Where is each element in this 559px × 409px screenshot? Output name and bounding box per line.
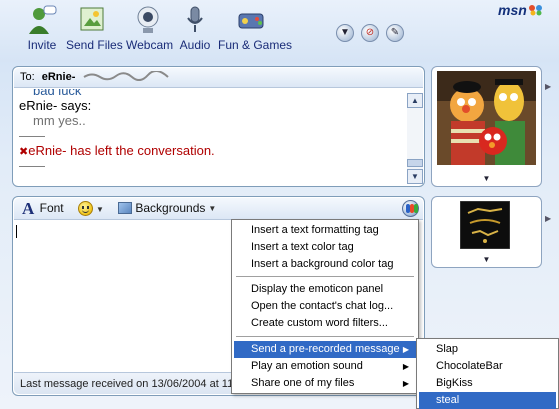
pen-icon: ✎ [390,27,400,38]
scroll-up-button[interactable]: ▲ [407,93,423,108]
pen-button[interactable]: ✎ [386,24,404,42]
menu-item-insert-text-formatting-tag[interactable]: Insert a text formatting tag [234,222,416,239]
webcam-label: Webcam [126,38,174,52]
submenu-item-slap[interactable]: Slap [419,341,556,358]
to-label: To: [20,71,35,83]
plus-context-menu: Insert a text formatting tag Insert a te… [231,219,419,394]
chat-scrollbar[interactable]: ▲ ▼ [407,93,423,184]
invite-label: Invite [27,38,57,52]
left-notice-text: eRnie- has left the conversation. [28,143,215,158]
menu-item-label: Play an emotion sound [251,360,363,372]
fun-games-button[interactable]: Fun & Games [218,2,293,58]
toolbar: Invite Send Files Webcam Audio Fun & Gam… [0,0,559,62]
background-image-icon [118,202,132,214]
chat-left-notice: ✖eRnie- has left the conversation. [19,143,407,158]
invite-icon [29,5,57,34]
submenu-item-chocolatebar[interactable]: ChocolateBar [419,358,556,375]
menu-item-display-emoticon-panel[interactable]: Display the emoticon panel [234,281,416,298]
my-display-picture[interactable]: ▼ [431,196,542,268]
butterfly-icon [528,5,542,16]
submenu-item-steal[interactable]: steal [419,392,556,409]
smiley-icon [78,201,93,216]
submenu-arrow-icon: ▶ [402,379,409,388]
collapse-side-arrow-bottom[interactable]: ▶ [545,214,551,223]
down-arrow-icon: ▼ [340,27,350,38]
menu-separator [236,276,414,277]
down-arrow-icon: ▼ [411,172,419,181]
contact-avatar [437,71,536,165]
chat-divider: —— [19,128,45,143]
display-picture-menu-arrow[interactable]: ▼ [483,174,491,183]
msn-logo-text: msn [498,2,527,18]
scroll-down-button[interactable]: ▼ [407,169,423,184]
collapse-side-arrow-top[interactable]: ▶ [545,82,551,91]
scroll-thumb[interactable] [407,159,423,167]
contact-name: eRnie- [41,71,76,83]
text-cursor [16,225,17,238]
chat-message: mm yes.. [33,113,86,128]
menu-item-insert-background-color-tag[interactable]: Insert a background color tag [234,256,416,273]
format-bar: A Font ▼ Backgrounds ▼ [14,198,423,220]
msn-logo: msn [498,2,544,18]
menu-item-label: Send a pre-recorded message [251,343,400,355]
prerecorded-submenu: Slap ChocolateBar BigKiss steal [416,338,559,409]
audio-label: Audio [179,38,211,52]
menu-item-play-emotion-sound[interactable]: Play an emotion sound ▶ [234,358,416,375]
up-arrow-icon: ▲ [411,96,419,105]
audio-icon [187,6,203,32]
submenu-arrow-icon: ▶ [402,345,409,354]
fun-games-icon [238,13,264,29]
font-label: Font [39,201,64,215]
webcam-icon [137,6,159,33]
block-icon: ⊘ [365,27,375,38]
to-bar: To: eRnie- [14,68,423,88]
backgrounds-button[interactable]: Backgrounds ▼ [118,201,216,215]
chat-divider-2: —— [19,158,45,173]
contact-personal-message-scribble [83,71,170,81]
menu-item-custom-word-filters[interactable]: Create custom word filters... [234,315,416,332]
message-input[interactable] [16,222,236,372]
chat-history: bad luck eRnie- says: mm yes.. —— ✖eRnie… [19,89,407,185]
backgrounds-label: Backgrounds [135,201,206,215]
conversation-panel: To: eRnie- bad luck eRnie- says: mm yes.… [12,66,425,187]
audio-button[interactable]: Audio [178,2,212,58]
send-files-button[interactable]: Send Files [66,2,123,58]
menu-item-insert-text-color-tag[interactable]: Insert a text color tag [234,239,416,256]
submenu-item-bigkiss[interactable]: BigKiss [419,375,556,392]
chevron-down-icon: ▼ [96,205,104,214]
send-files-icon [80,7,104,31]
my-avatar [460,201,510,249]
send-files-label: Send Files [66,38,123,52]
my-picture-menu-arrow[interactable]: ▼ [483,255,491,264]
fun-games-label: Fun & Games [218,38,293,52]
chat-sender-line: eRnie- says: [19,98,92,113]
webcam-button[interactable]: Webcam [126,2,174,58]
menu-item-share-files[interactable]: Share one of my files ▶ [234,375,416,392]
invite-button[interactable]: Invite [24,2,60,58]
plus-logo-stripe-2 [414,204,418,213]
person-left-icon: ✖ [19,146,29,158]
emoticon-button[interactable]: ▼ [78,201,104,216]
chat-cut-line: bad luck [33,89,82,98]
font-button[interactable]: A Font [22,199,64,219]
options-down-button[interactable]: ▼ [336,24,354,42]
submenu-arrow-icon: ▶ [402,362,409,371]
contact-display-picture[interactable]: ▼ [431,66,542,187]
messenger-plus-button[interactable] [402,200,419,217]
block-button[interactable]: ⊘ [361,24,379,42]
menu-item-open-chat-log[interactable]: Open the contact's chat log... [234,298,416,315]
font-icon: A [22,199,35,218]
menu-item-send-prerecorded-message[interactable]: Send a pre-recorded message ▶ [234,341,416,358]
menu-item-label: Share one of my files [251,377,355,389]
menu-separator [236,336,414,337]
chevron-down-icon: ▼ [208,204,217,213]
